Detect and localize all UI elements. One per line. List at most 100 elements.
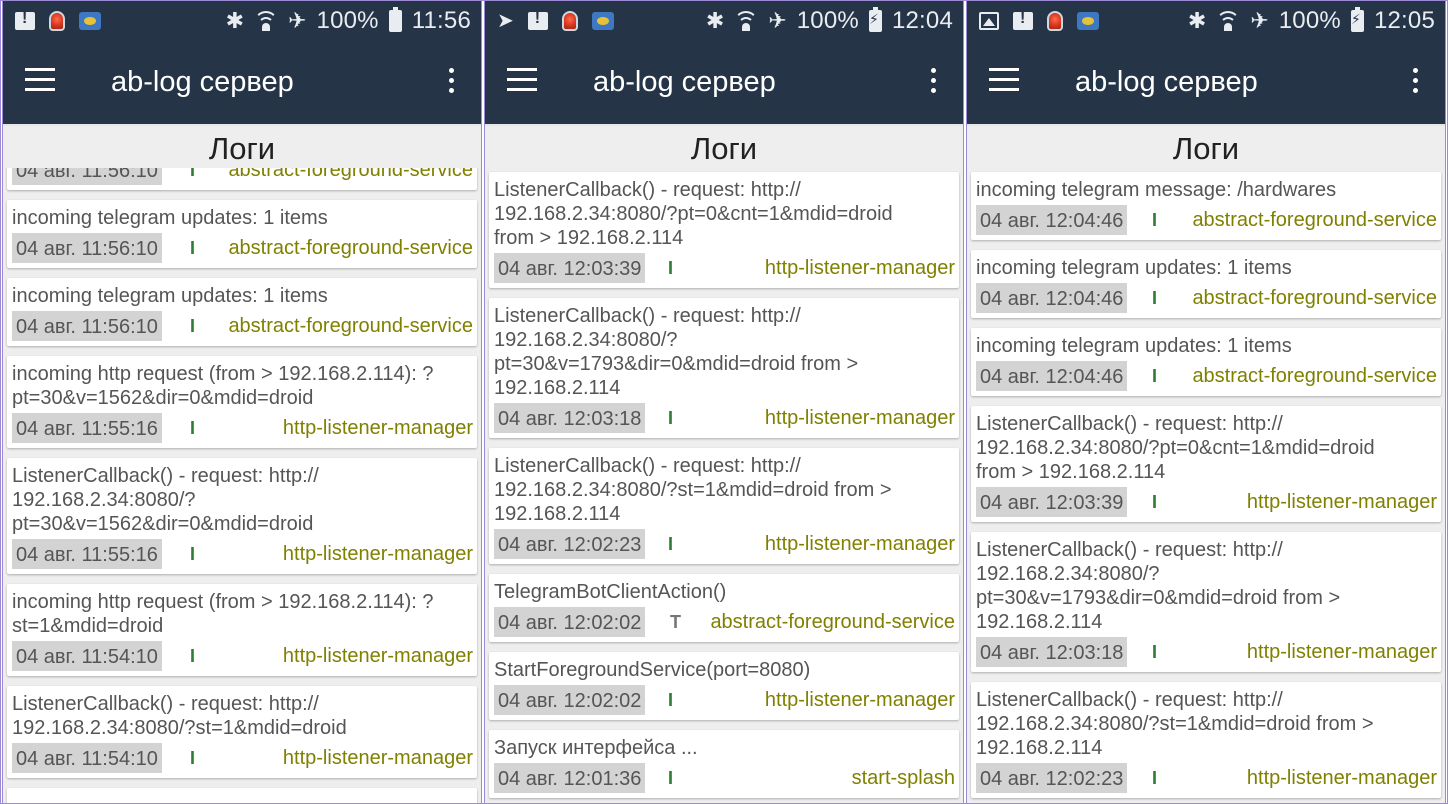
log-list[interactable]: ListenerCallback() - request: http:// 19… <box>485 168 963 804</box>
more-options-icon[interactable] <box>447 68 455 96</box>
log-tag: abstract-foreground-service <box>1192 287 1437 309</box>
log-entry[interactable]: ListenerCallback() - request: http:// 19… <box>489 448 959 564</box>
log-tag: http-listener-manager <box>282 747 473 769</box>
log-tag: http-listener-manager <box>1246 491 1437 513</box>
log-message: ListenerCallback() - request: http:// 19… <box>976 413 1375 483</box>
log-entry[interactable]: incoming telegram updates: 1 items 04 ав… <box>7 278 477 346</box>
airplane-mode-icon: ✈ <box>768 8 787 33</box>
log-level: I <box>668 408 674 428</box>
menu-icon[interactable] <box>507 68 537 92</box>
airplane-mode-icon: ✈ <box>1250 8 1269 33</box>
log-entry[interactable]: TelegramBotClientAction() 04 авг. 12:02:… <box>489 574 959 642</box>
lightbulb-icon <box>1047 11 1063 31</box>
eye-app-icon <box>79 12 101 30</box>
bluetooth-icon: ✱ <box>225 8 245 33</box>
log-level: I <box>668 690 674 710</box>
log-message: incoming telegram updates: 1 items <box>976 257 1292 279</box>
log-entry[interactable]: incoming telegram updates: 1 items 04 ав… <box>7 200 477 268</box>
app-bar: ab-log сервер <box>967 40 1445 124</box>
log-timestamp: 04 авг. 12:02:23 <box>976 763 1128 793</box>
log-tag: http-listener-manager <box>764 407 955 429</box>
log-timestamp: 04 авг. 12:02:02 <box>494 685 646 715</box>
log-entry[interactable]: Запуск интерфейса ... 04 авг. 12:01:36 I… <box>489 730 959 798</box>
log-message: ListenerCallback() - request: http:// 19… <box>12 693 347 739</box>
log-entry[interactable]: ListenerCallback() - request: http:// 19… <box>7 458 477 574</box>
log-entry[interactable]: incoming telegram message: /hardwares 04… <box>971 172 1441 240</box>
log-entry[interactable]: ListenerCallback() - request: http:// 19… <box>971 682 1441 798</box>
airplane-mode-icon: ✈ <box>288 8 307 33</box>
battery-percent: 100% <box>796 7 859 34</box>
log-tag: http-listener-manager <box>764 257 955 279</box>
log-tag: http-listener-manager <box>764 533 955 555</box>
wifi-icon <box>1216 11 1241 31</box>
log-entry[interactable]: incoming telegram updates: 1 items 04 ав… <box>971 328 1441 396</box>
log-message: incoming telegram updates: 1 items <box>12 285 328 307</box>
section-title: Логи <box>3 124 481 168</box>
message-icon <box>527 10 548 30</box>
log-timestamp: 04 авг. 12:04:46 <box>976 205 1128 235</box>
menu-icon[interactable] <box>25 68 55 92</box>
log-message: Запуск интерфейса ... <box>494 737 698 759</box>
log-message: ListenerCallback() - request: http:// 19… <box>12 465 319 535</box>
log-entry[interactable]: ListenerCallback() - request: http:// 19… <box>971 532 1441 672</box>
battery-charging-icon <box>1350 7 1364 32</box>
log-list[interactable]: incoming telegram message: /hardwares 04… <box>967 168 1445 804</box>
log-level: I <box>668 258 674 278</box>
log-level: I <box>1152 768 1158 788</box>
log-level: I <box>1152 288 1158 308</box>
log-entry[interactable] <box>7 788 477 804</box>
log-entry[interactable]: ListenerCallback() - request: http:// 19… <box>971 406 1441 522</box>
log-level: I <box>1152 210 1158 230</box>
log-tag: http-listener-manager <box>282 645 473 667</box>
log-level: I <box>190 418 196 438</box>
log-tag: abstract-foreground-service <box>228 315 473 337</box>
log-entry[interactable]: incoming http request (from > 192.168.2.… <box>7 356 477 448</box>
lightbulb-icon <box>561 11 578 31</box>
app-title: ab-log сервер <box>111 66 294 98</box>
log-timestamp: 04 авг. 11:56:10 <box>12 311 162 341</box>
log-timestamp: 04 авг. 11:55:16 <box>12 413 162 443</box>
log-message: ListenerCallback() - request: http:// 19… <box>494 305 859 399</box>
wifi-icon <box>254 11 279 31</box>
eye-app-icon <box>1077 12 1099 30</box>
log-list[interactable]: 04 авг. 11:56:10 I abstract-foreground-s… <box>3 128 481 804</box>
log-level: I <box>190 544 196 564</box>
eye-app-icon <box>591 12 614 30</box>
log-timestamp: 04 авг. 12:03:39 <box>976 487 1128 517</box>
clock: 12:04 <box>891 7 953 34</box>
log-level: T <box>670 612 681 632</box>
more-options-icon[interactable] <box>1411 68 1419 96</box>
more-options-icon[interactable] <box>929 68 937 96</box>
telegram-icon: ➤ <box>497 10 514 32</box>
menu-icon[interactable] <box>989 68 1019 92</box>
message-icon <box>15 10 35 30</box>
log-entry[interactable]: ListenerCallback() - request: http:// 19… <box>489 172 959 288</box>
status-bar: ✱ ✈ 100% 11:56 <box>3 0 481 40</box>
log-timestamp: 04 авг. 12:04:46 <box>976 283 1128 313</box>
log-tag: http-listener-manager <box>1246 641 1437 663</box>
image-icon <box>979 12 999 30</box>
log-message: StartForegroundService(port=8080) <box>494 659 811 681</box>
log-entry[interactable]: StartForegroundService(port=8080) 04 авг… <box>489 652 959 720</box>
log-tag: abstract-foreground-service <box>1192 365 1437 387</box>
log-tag: abstract-foreground-service <box>710 611 955 633</box>
log-tag: http-listener-manager <box>282 417 473 439</box>
app-title: ab-log сервер <box>1075 66 1258 98</box>
log-entry[interactable]: ListenerCallback() - request: http:// 19… <box>7 686 477 778</box>
phone-screen-3: ✱ ✈ 100% 12:05 ab-log сервер Логи incomi… <box>966 0 1446 804</box>
log-entry[interactable]: incoming http request (from > 192.168.2.… <box>7 584 477 676</box>
log-message: incoming http request (from > 192.168.2.… <box>12 591 434 637</box>
log-timestamp: 04 авг. 12:03:39 <box>494 253 646 283</box>
log-entry[interactable]: incoming telegram updates: 1 items 04 ав… <box>971 250 1441 318</box>
log-entry[interactable]: ListenerCallback() - request: http:// 19… <box>489 298 959 438</box>
log-message: ListenerCallback() - request: http:// 19… <box>976 539 1341 633</box>
log-timestamp: 04 авг. 12:03:18 <box>976 637 1128 667</box>
status-bar: ✱ ✈ 100% 12:05 <box>967 0 1445 40</box>
log-level: I <box>668 768 674 788</box>
log-timestamp: 04 авг. 12:02:23 <box>494 529 646 559</box>
bluetooth-icon: ✱ <box>1187 8 1207 33</box>
section-title: Логи <box>967 124 1445 168</box>
log-level: I <box>190 748 196 768</box>
wifi-icon <box>734 11 759 31</box>
battery-percent: 100% <box>1278 7 1341 34</box>
